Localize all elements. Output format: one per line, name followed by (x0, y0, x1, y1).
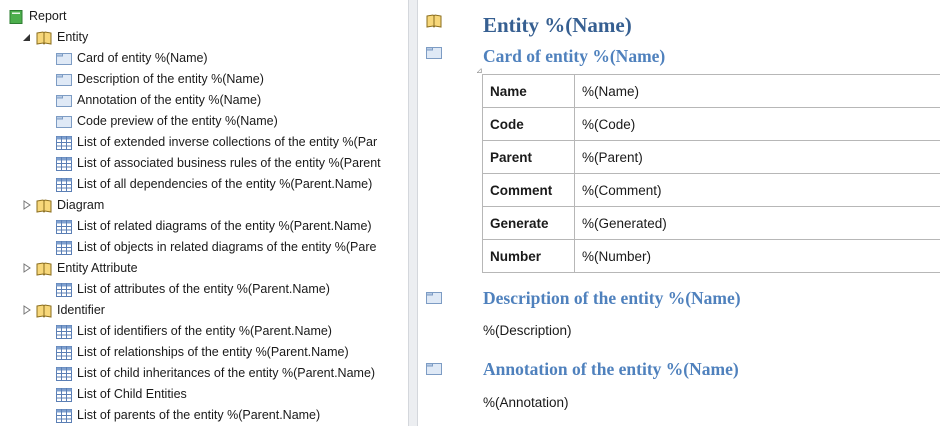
tree-item-label: Code preview of the entity %(Name) (77, 114, 278, 128)
table-icon (56, 324, 72, 339)
tree-item[interactable]: List of associated business rules of the… (56, 153, 381, 174)
report-tree[interactable]: Report Entity Card of entity %(Name) Descr… (0, 0, 408, 426)
report-preview: Entity %(Name) Card of entity %(Name) ⊿ … (418, 0, 940, 426)
row-key: Number (482, 239, 575, 273)
table-row: Parent %(Parent) (482, 140, 940, 174)
tree-item[interactable]: List of identifiers of the entity %(Pare… (56, 321, 332, 342)
table-icon (56, 282, 72, 297)
table-icon (56, 345, 72, 360)
tree-item[interactable]: Description of the entity %(Name) (56, 69, 264, 90)
description-text: %(Description) (483, 323, 572, 338)
row-value: %(Comment) (574, 173, 940, 207)
table-icon (56, 366, 72, 381)
table-icon (56, 219, 72, 234)
row-value: %(Number) (574, 239, 940, 273)
tree-item-label: List of related diagrams of the entity %… (77, 219, 372, 233)
tree-item[interactable]: List of all dependencies of the entity %… (56, 174, 372, 195)
tree-item[interactable]: List of attributes of the entity %(Paren… (56, 279, 330, 300)
expanded-arrow-icon[interactable] (22, 32, 31, 42)
tree-item-label: List of parents of the entity %(Parent.N… (77, 408, 321, 422)
book-icon (36, 198, 52, 213)
tree-item[interactable]: Annotation of the entity %(Name) (56, 90, 261, 111)
annotation-text: %(Annotation) (483, 395, 569, 410)
table-icon (56, 240, 72, 255)
tree-item-label: Entity Attribute (57, 261, 138, 275)
row-key: Generate (482, 206, 575, 240)
tree-item-label: Report (29, 9, 67, 23)
collapsed-arrow-icon[interactable] (22, 305, 31, 315)
row-key: Parent (482, 140, 575, 174)
tree-item-label: List of all dependencies of the entity %… (77, 177, 373, 191)
tree-item-label: Card of entity %(Name) (77, 51, 208, 65)
table-row: Comment %(Comment) (482, 173, 940, 207)
tree-item-label: List of child inheritances of the entity… (77, 366, 376, 380)
tree-item-label: List of extended inverse collections of … (77, 135, 378, 149)
table-icon (56, 156, 72, 171)
tree-item-label: List of associated business rules of the… (77, 156, 381, 170)
tree-item-label: List of identifiers of the entity %(Pare… (77, 324, 332, 338)
row-key: Code (482, 107, 575, 141)
report-icon (9, 9, 23, 24)
table-row: Code %(Code) (482, 107, 940, 141)
tree-item-label: Entity (57, 30, 89, 44)
collapsed-arrow-icon[interactable] (22, 263, 31, 273)
tree-item[interactable]: List of Child Entities (56, 384, 187, 405)
tree-root-report[interactable]: Report (8, 6, 67, 27)
pane-splitter[interactable] (408, 0, 418, 426)
folder-icon (56, 115, 72, 128)
tree-item[interactable]: List of parents of the entity %(Parent.N… (56, 405, 320, 426)
folder-icon (56, 73, 72, 86)
tree-item-label: List of objects in related diagrams of t… (77, 240, 377, 254)
row-key: Comment (482, 173, 575, 207)
tree-item-label: List of attributes of the entity %(Paren… (77, 282, 330, 296)
tree-item[interactable]: Entity Attribute (23, 258, 138, 279)
row-value: %(Code) (574, 107, 940, 141)
table-row: Generate %(Generated) (482, 206, 940, 240)
tree-item-label: Identifier (57, 303, 105, 317)
tree-item[interactable]: List of objects in related diagrams of t… (56, 237, 376, 258)
table-icon (56, 387, 72, 402)
page-title: Entity %(Name) (483, 13, 632, 37)
table-icon (56, 135, 72, 150)
tree-item-label: Annotation of the entity %(Name) (77, 93, 262, 107)
tree-item[interactable]: Identifier (23, 300, 105, 321)
table-icon (56, 177, 72, 192)
row-value: %(Name) (574, 74, 940, 108)
tree-item[interactable]: Diagram (23, 195, 105, 216)
row-value: %(Generated) (574, 206, 940, 240)
card-heading: Card of entity %(Name) (483, 46, 666, 66)
row-key: Name (482, 74, 575, 108)
tree-item[interactable]: Card of entity %(Name) (56, 48, 208, 69)
description-heading: Description of the entity %(Name) (483, 288, 741, 308)
tree-item[interactable]: List of extended inverse collections of … (56, 132, 377, 153)
tree-item-label: Diagram (57, 198, 105, 212)
folder-icon (426, 292, 442, 304)
folder-icon (56, 94, 72, 107)
tree-item[interactable]: List of relationships of the entity %(Pa… (56, 342, 349, 363)
row-value: %(Parent) (574, 140, 940, 174)
tree-item-label: List of relationships of the entity %(Pa… (77, 345, 349, 359)
tree-item[interactable]: List of child inheritances of the entity… (56, 363, 375, 384)
tree-item-label: Description of the entity %(Name) (77, 72, 264, 86)
table-icon (56, 408, 72, 423)
annotation-heading: Annotation of the entity %(Name) (483, 359, 739, 379)
collapsed-arrow-icon[interactable] (22, 200, 31, 210)
book-icon (36, 261, 52, 276)
tree-item[interactable]: List of related diagrams of the entity %… (56, 216, 372, 237)
book-icon (36, 30, 52, 45)
folder-icon (56, 52, 72, 65)
table-row: Number %(Number) (482, 239, 940, 273)
table-row: Name %(Name) (482, 74, 940, 108)
folder-icon (426, 47, 442, 59)
tree-item[interactable]: Code preview of the entity %(Name) (56, 111, 278, 132)
entity-card-table: Name %(Name) Code %(Code) Parent %(Parent) Com… (482, 74, 940, 273)
tree-item-label: List of Child Entities (77, 387, 187, 401)
tree-item[interactable]: Entity (23, 27, 89, 48)
book-icon (426, 14, 442, 28)
book-icon (36, 303, 52, 318)
folder-icon (426, 363, 442, 375)
